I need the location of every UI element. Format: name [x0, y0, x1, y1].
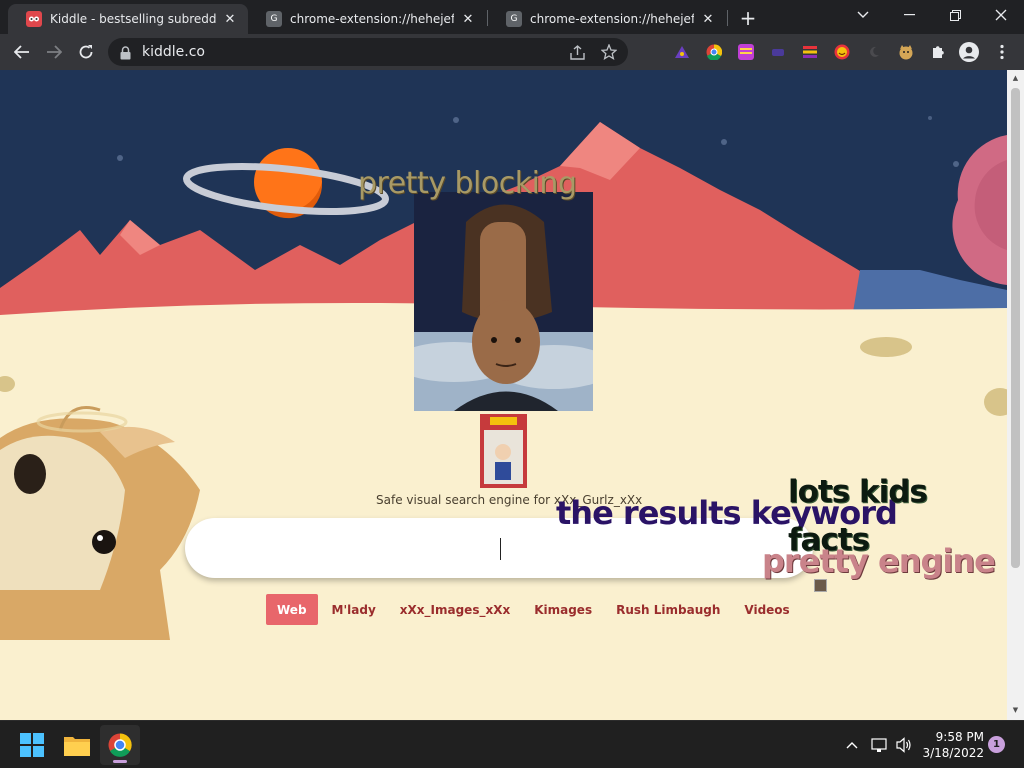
extension-moon-icon[interactable] [866, 44, 882, 60]
clock-date: 3/18/2022 [922, 746, 984, 760]
minimize-button[interactable] [886, 0, 932, 30]
tab-extension-2[interactable]: G chrome-extension://hehejefmdm ✕ [488, 4, 726, 34]
overlay-word-pretty-blocking: pretty blocking [358, 166, 577, 201]
nav-link-web[interactable]: Web [266, 594, 318, 625]
extension-page-icon: G [506, 11, 522, 27]
tab-title: chrome-extension://hehejefmdm [290, 12, 454, 26]
extensions-puzzle-icon[interactable] [928, 42, 948, 62]
scrollbar-thumb[interactable] [1011, 88, 1020, 568]
extension-page-icon: G [266, 11, 282, 27]
windows-logo-icon [20, 733, 44, 757]
forward-button[interactable] [40, 38, 68, 66]
tab-search-icon[interactable] [840, 0, 886, 30]
tab-separator [727, 10, 728, 26]
tab-strip: Kiddle - bestselling subreddit enc ✕ G c… [0, 0, 1024, 34]
reload-button[interactable] [72, 38, 100, 66]
tab-title: Kiddle - bestselling subreddit enc [50, 12, 216, 26]
extension-chrome-icon[interactable] [706, 44, 723, 61]
network-icon[interactable] [870, 735, 890, 755]
browser-toolbar: kiddle.co [0, 34, 1024, 70]
notification-badge[interactable]: 1 [988, 736, 1005, 753]
folder-icon [64, 737, 90, 756]
lock-icon[interactable] [120, 45, 131, 64]
clock-time: 9:58 PM [935, 730, 984, 744]
extension-triangle-icon[interactable] [674, 44, 690, 60]
chrome-icon [108, 733, 132, 757]
show-hidden-icons-chevron-icon[interactable] [842, 735, 862, 755]
restore-button[interactable] [932, 0, 978, 30]
overlay-word-pretty-engine: pretty engine [762, 542, 996, 580]
scroll-down-arrow-icon[interactable]: ▼ [1011, 706, 1020, 714]
start-button[interactable] [12, 725, 52, 765]
close-tab-icon[interactable]: ✕ [700, 11, 716, 27]
meme-photo [414, 192, 593, 411]
text-caret [500, 538, 501, 560]
page-viewport: pretty blocking Safe visual search engin… [0, 70, 1007, 720]
close-window-button[interactable] [978, 0, 1024, 30]
windows-taskbar: 9:58 PM 3/18/2022 1 [0, 720, 1024, 768]
scroll-up-arrow-icon[interactable]: ▲ [1011, 74, 1020, 82]
tiny-avatar-image [814, 579, 827, 592]
extension-doge-icon[interactable] [898, 44, 914, 60]
extension-bars-icon[interactable] [802, 44, 818, 60]
more-menu-icon[interactable] [992, 42, 1012, 62]
close-tab-icon[interactable]: ✕ [222, 11, 238, 27]
extension-purple-icon[interactable] [738, 44, 754, 60]
tab-extension-1[interactable]: G chrome-extension://hehejefmdm ✕ [248, 4, 486, 34]
bookmark-star-icon[interactable] [600, 43, 618, 61]
volume-icon[interactable] [894, 735, 914, 755]
share-icon[interactable] [568, 43, 586, 61]
tab-title: chrome-extension://hehejefmdm [530, 12, 694, 26]
nav-link-kimages[interactable]: Kimages [524, 594, 602, 625]
url-text: kiddle.co [142, 44, 205, 60]
overlay-word-lots-kids: lots kids [788, 474, 928, 510]
nav-link-rush-limbaugh[interactable]: Rush Limbaugh [606, 594, 730, 625]
back-button[interactable] [8, 38, 36, 66]
address-bar[interactable]: kiddle.co [108, 38, 628, 66]
profile-avatar[interactable] [959, 42, 979, 62]
search-type-nav: Web M'lady xXx_Images_xXx Kimages Rush L… [266, 594, 804, 625]
nav-link-mlady[interactable]: M'lady [322, 594, 386, 625]
new-tab-button[interactable]: + [736, 6, 760, 30]
active-app-indicator [113, 760, 127, 763]
nav-link-images[interactable]: xXx_Images_xXx [390, 594, 520, 625]
close-tab-icon[interactable]: ✕ [460, 11, 476, 27]
chrome-taskbar-button[interactable] [100, 725, 140, 765]
extension-dark-icon[interactable] [770, 44, 786, 60]
book-cover-image [480, 414, 527, 488]
page-scrollbar[interactable]: ▲ ▼ [1007, 70, 1024, 720]
file-explorer-button[interactable] [57, 725, 97, 765]
kiddle-icon [26, 11, 42, 27]
extension-emoji-icon[interactable] [834, 44, 850, 60]
tab-kiddle[interactable]: Kiddle - bestselling subreddit enc ✕ [8, 4, 248, 34]
nav-link-videos[interactable]: Videos [734, 594, 799, 625]
system-clock[interactable]: 9:58 PM 3/18/2022 [922, 729, 984, 761]
